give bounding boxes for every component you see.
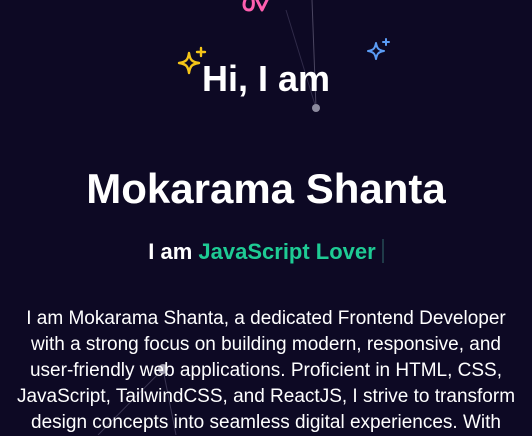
greeting-heading: Hi, I am xyxy=(201,58,331,99)
bio-paragraph: I am Mokarama Shanta, a dedicated Fronte… xyxy=(16,308,516,433)
typing-cursor xyxy=(381,239,384,263)
partial-glyph-icon xyxy=(242,0,269,12)
typewriter-role: JavaScript Lover xyxy=(198,239,376,264)
tagline-prefix: I am xyxy=(148,239,199,264)
hero-tagline: I am JavaScript Lover xyxy=(0,236,532,268)
hero-name: Mokarama Shanta xyxy=(86,165,446,212)
network-node xyxy=(312,104,320,112)
